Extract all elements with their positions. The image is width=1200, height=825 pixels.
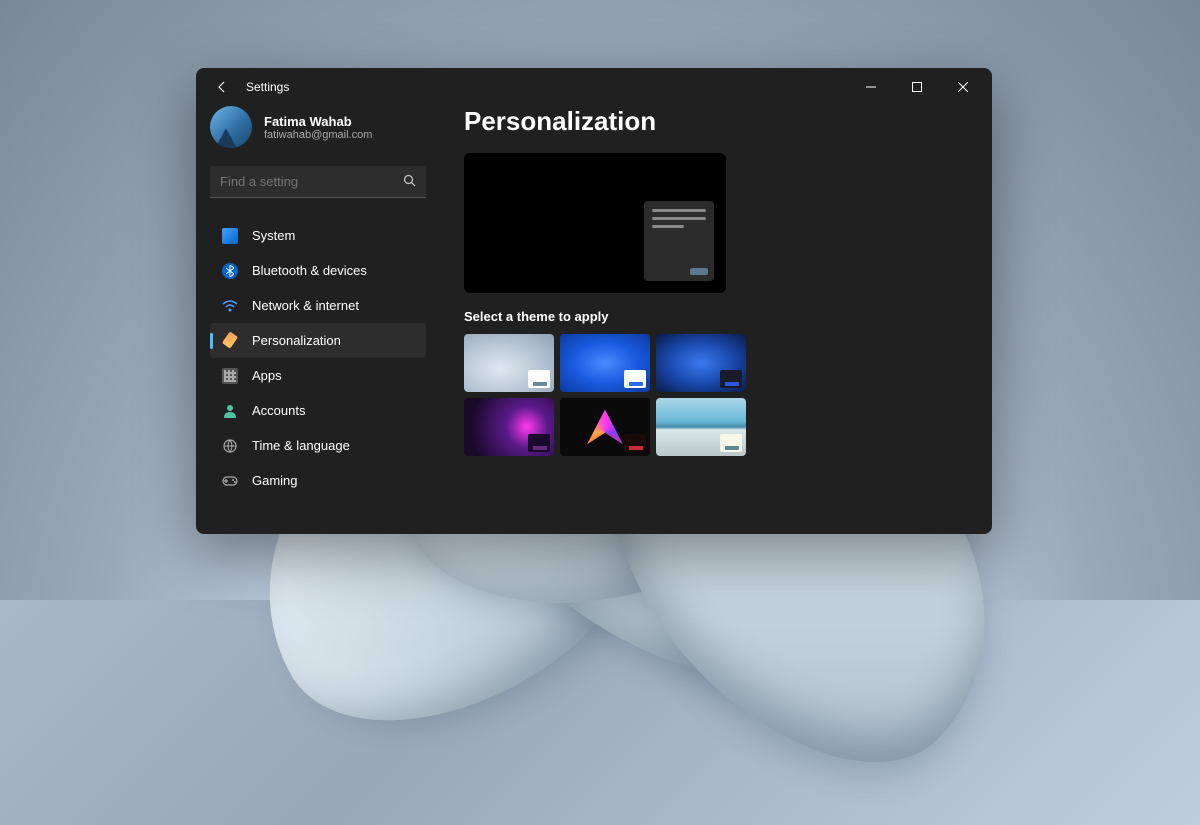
- theme-thumb-motion[interactable]: [560, 398, 650, 456]
- sidebar-item-label: Personalization: [252, 333, 341, 348]
- titlebar: Settings: [196, 68, 992, 106]
- back-button[interactable]: [212, 77, 232, 97]
- sidebar-item-label: Bluetooth & devices: [252, 263, 367, 278]
- sidebar-item-system[interactable]: System: [210, 218, 426, 253]
- theme-thumb-sunrise[interactable]: [656, 398, 746, 456]
- sidebar-item-label: Gaming: [252, 473, 298, 488]
- clock-globe-icon: [222, 438, 238, 454]
- user-name: Fatima Wahab: [264, 114, 372, 129]
- main-content: Personalization Select a theme to apply: [440, 106, 992, 534]
- gamepad-icon: [222, 473, 238, 489]
- nav-list: System Bluetooth & devices Network & int…: [210, 218, 426, 498]
- window-controls: [848, 72, 986, 102]
- search-input[interactable]: [220, 174, 396, 189]
- wifi-icon: [222, 298, 238, 314]
- maximize-button[interactable]: [894, 72, 940, 102]
- page-title: Personalization: [464, 106, 968, 137]
- avatar: [210, 106, 252, 148]
- sidebar-item-apps[interactable]: Apps: [210, 358, 426, 393]
- theme-thumb-light-bloom[interactable]: [464, 334, 554, 392]
- sidebar-item-time[interactable]: Time & language: [210, 428, 426, 463]
- settings-window: Settings Fatima Wahab fatiwahab@gmail.co…: [196, 68, 992, 534]
- paintbrush-icon: [222, 333, 238, 349]
- window-title: Settings: [246, 80, 289, 94]
- system-icon: [222, 228, 238, 244]
- theme-thumb-glow[interactable]: [464, 398, 554, 456]
- person-icon: [222, 403, 238, 419]
- theme-grid: [464, 334, 968, 456]
- user-email: fatiwahab@gmail.com: [264, 129, 372, 141]
- minimize-button[interactable]: [848, 72, 894, 102]
- search-box[interactable]: [210, 166, 426, 198]
- theme-section-label: Select a theme to apply: [464, 309, 968, 324]
- sidebar-item-label: Network & internet: [252, 298, 359, 313]
- grid-icon: [222, 368, 238, 384]
- sidebar-item-label: Accounts: [252, 403, 305, 418]
- search-icon: [403, 174, 416, 190]
- theme-thumb-blue-dark[interactable]: [656, 334, 746, 392]
- sidebar-item-bluetooth[interactable]: Bluetooth & devices: [210, 253, 426, 288]
- bluetooth-icon: [222, 263, 238, 279]
- sidebar-item-gaming[interactable]: Gaming: [210, 463, 426, 498]
- sidebar-item-personalization[interactable]: Personalization: [210, 323, 426, 358]
- desktop-preview[interactable]: [464, 153, 726, 293]
- sidebar-item-network[interactable]: Network & internet: [210, 288, 426, 323]
- sidebar-item-label: System: [252, 228, 295, 243]
- preview-panel: [644, 201, 714, 281]
- sidebar-item-accounts[interactable]: Accounts: [210, 393, 426, 428]
- user-profile[interactable]: Fatima Wahab fatiwahab@gmail.com: [210, 106, 426, 148]
- sidebar: Fatima Wahab fatiwahab@gmail.com System: [196, 106, 440, 534]
- theme-thumb-blue-light[interactable]: [560, 334, 650, 392]
- sidebar-item-label: Apps: [252, 368, 282, 383]
- close-button[interactable]: [940, 72, 986, 102]
- sidebar-item-label: Time & language: [252, 438, 350, 453]
